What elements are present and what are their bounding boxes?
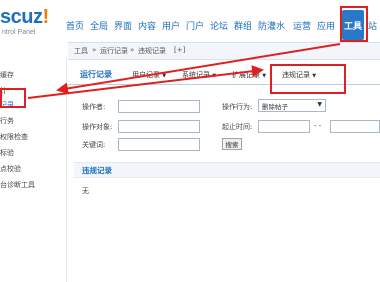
- arrow-to-sidebar: [56, 43, 341, 95]
- arrow-to-violation-tab: [27, 65, 264, 99]
- annotation-arrows: [27, 43, 341, 99]
